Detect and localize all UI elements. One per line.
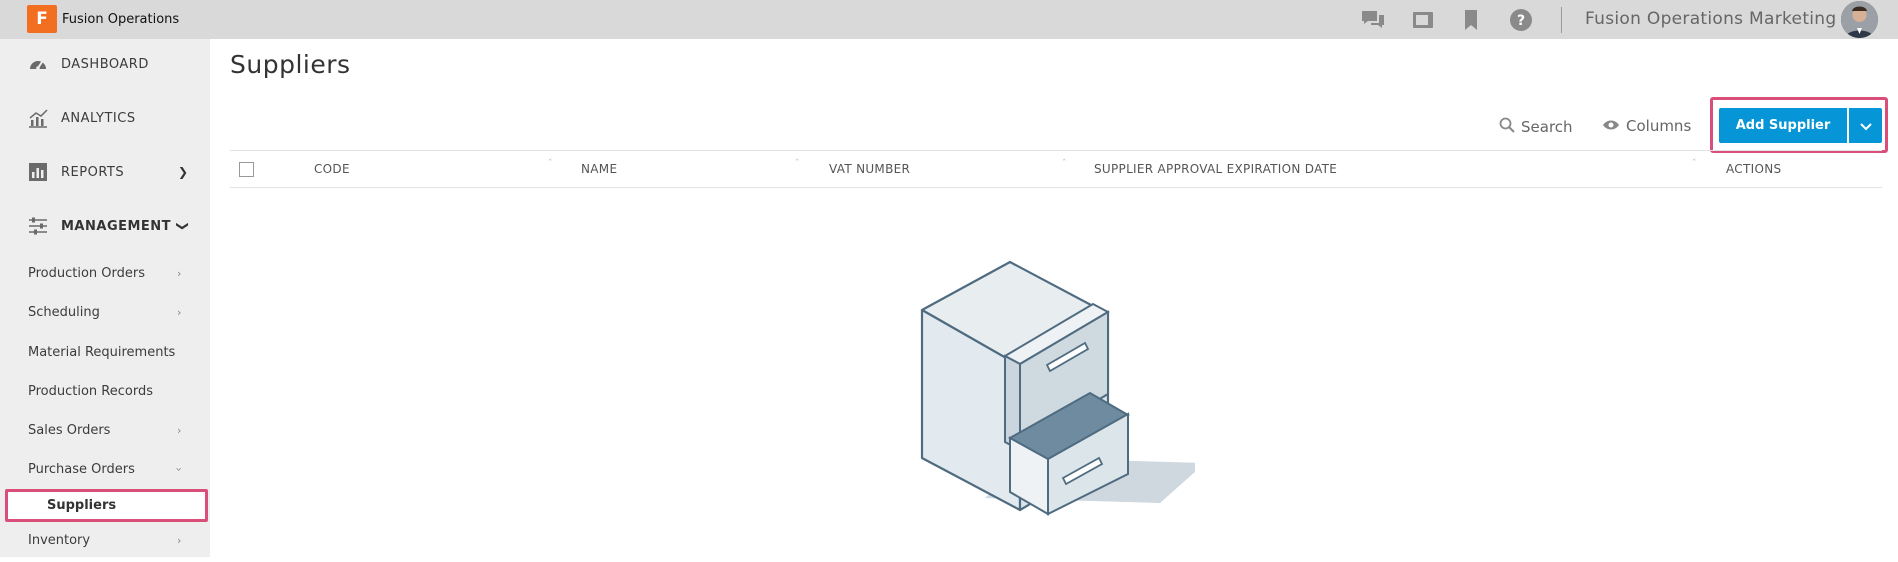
analytics-chart-icon [28,108,48,128]
app-logo-icon: F [27,5,57,33]
top-bar: F Fusion Operations ? Fusion Operations … [0,0,1898,39]
sidebar-item-inventory[interactable]: Inventory › [0,525,210,555]
sidebar-item-analytics[interactable]: ANALYTICS [0,98,210,138]
chevron-down-icon: ❯ [176,220,191,232]
sliders-icon [28,216,48,236]
sort-icon[interactable]: ˆ [795,160,800,169]
sidebar-item-management[interactable]: MANAGEMENT ❯ [0,206,210,246]
sidebar-item-label: Production Orders [28,265,146,281]
sort-icon[interactable]: ˆ [1692,160,1697,169]
sidebar-item-label: DASHBOARD [61,56,149,72]
empty-state-cabinet-illustration [915,258,1205,558]
columns-button[interactable]: Columns [1602,117,1691,135]
app-name: Fusion Operations [62,11,180,27]
sidebar-item-sales-orders[interactable]: Sales Orders › [0,415,210,445]
sidebar-item-purchase-orders[interactable]: Purchase Orders › [0,454,210,484]
sidebar-item-label: Sales Orders [28,422,111,438]
sort-icon[interactable]: ˆ [1062,160,1067,169]
column-header-name[interactable]: NAME [581,162,617,176]
add-supplier-dropdown[interactable] [1849,108,1882,143]
sidebar-item-label: Material Requirements [28,344,176,360]
chevron-right-icon: › [177,423,182,437]
column-header-actions: ACTIONS [1726,162,1782,176]
search-icon [1499,117,1515,137]
sidebar-item-material-requirements[interactable]: Material Requirements [0,337,210,367]
page-title: Suppliers [230,50,351,79]
avatar[interactable] [1841,1,1878,38]
sidebar-item-production-orders[interactable]: Production Orders › [0,258,210,288]
sidebar-item-label: Inventory [28,532,91,548]
chevron-down-icon: › [172,466,186,472]
column-header-code[interactable]: CODE [314,162,350,176]
chevron-right-icon: › [177,266,182,280]
org-name[interactable]: Fusion Operations Marketing [1585,9,1836,29]
select-all-checkbox[interactable] [239,162,254,177]
sidebar-item-label: Suppliers [47,498,117,513]
sidebar-item-label: Purchase Orders [28,461,135,477]
svg-text:?: ? [1517,13,1525,29]
column-header-vat-number[interactable]: VAT NUMBER [829,162,910,176]
search-label: Search [1521,118,1573,136]
sidebar-item-label: ANALYTICS [61,110,136,126]
sidebar-item-production-records[interactable]: Production Records [0,376,210,406]
column-header-approval-expiration[interactable]: SUPPLIER APPROVAL EXPIRATION DATE [1094,162,1337,176]
video-icon[interactable] [1410,8,1436,32]
chevron-right-icon: › [177,533,182,547]
table-header: CODE ˆ NAME ˆ VAT NUMBER ˆ SUPPLIER APPR… [230,150,1882,188]
reports-icon [28,162,48,182]
chevron-down-icon [1859,116,1872,135]
sidebar-item-reports[interactable]: REPORTS ❯ [0,152,210,192]
sidebar-item-label: REPORTS [61,164,125,180]
chevron-right-icon: › [177,305,182,319]
search-button[interactable]: Search [1499,117,1573,137]
eye-icon [1602,117,1620,135]
columns-label: Columns [1626,117,1692,135]
sidebar-item-suppliers[interactable]: Suppliers [5,489,208,522]
sidebar-item-label: Production Records [28,383,153,399]
help-icon[interactable]: ? [1508,8,1534,32]
chevron-right-icon: ❯ [178,165,189,179]
dashboard-gauge-icon [28,54,48,74]
sort-icon[interactable]: ˆ [548,160,553,169]
sidebar: DASHBOARD ANALYTICS REPORTS ❯ MANAGEMENT… [0,39,210,557]
bookmark-icon[interactable] [1458,8,1484,32]
add-supplier-button[interactable]: Add Supplier [1719,108,1847,143]
sidebar-item-dashboard[interactable]: DASHBOARD [0,44,210,84]
sidebar-item-scheduling[interactable]: Scheduling › [0,297,210,327]
chat-icon[interactable] [1360,8,1386,32]
sidebar-item-label: MANAGEMENT [61,218,172,234]
brand[interactable]: F Fusion Operations [27,5,179,33]
divider [1561,7,1562,33]
sidebar-item-label: Scheduling [28,304,100,320]
